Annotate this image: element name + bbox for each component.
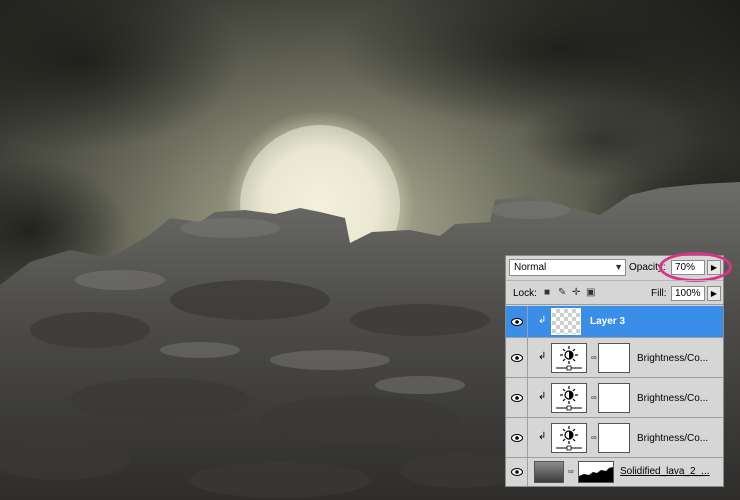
layer-row-solidified-lava[interactable]: ∞ Solidified_lava_2_... <box>506 458 723 486</box>
opacity-label: Opacity: <box>629 262 666 273</box>
visibility-toggle[interactable] <box>506 418 528 457</box>
layers-panel: Normal ▼ Opacity: 70% ▶ Lock: ■ ✎ ✛ ▣ Fi… <box>505 252 732 487</box>
link-icon[interactable]: ∞ <box>568 467 574 476</box>
layer-name: Brightness/Co... <box>637 353 709 364</box>
fill-input[interactable]: 100% <box>671 286 705 301</box>
clipping-arrow-icon: ↲ <box>538 351 547 362</box>
eye-icon <box>511 353 523 362</box>
layer-mask-thumbnail <box>598 343 630 373</box>
layer-row-layer-3[interactable]: ↲ Layer 3 <box>506 306 723 338</box>
visibility-toggle[interactable] <box>506 378 528 417</box>
layer-name: Layer 3 <box>590 316 626 327</box>
clipping-arrow-icon: ↲ <box>538 315 547 326</box>
lock-label: Lock: <box>513 288 537 299</box>
layer-name: Brightness/Co... <box>637 433 709 444</box>
layer-thumbnail <box>551 308 581 335</box>
layer-row-adjustment[interactable]: ↲ ∞ Brightness/Co... <box>506 378 723 418</box>
lock-paint-icon[interactable]: ✎ <box>558 287 566 298</box>
brightness-contrast-icon <box>551 343 587 373</box>
fill-label: Fill: <box>651 288 667 299</box>
blend-mode-value: Normal <box>514 262 547 273</box>
layer-row-adjustment[interactable]: ↲ ∞ Brightness/Co... <box>506 338 723 378</box>
lock-all-icon[interactable]: ▣ <box>586 287 595 298</box>
brightness-contrast-icon <box>551 423 587 453</box>
lock-move-icon[interactable]: ✛ <box>572 287 580 298</box>
eye-icon <box>511 317 523 326</box>
visibility-toggle[interactable] <box>506 458 528 486</box>
clipping-arrow-icon: ↲ <box>538 391 547 402</box>
opacity-input[interactable]: 70% <box>671 260 705 275</box>
layer-row-adjustment[interactable]: ↲ ∞ Brightness/Co... <box>506 418 723 458</box>
clipping-arrow-icon: ↲ <box>538 431 547 442</box>
visibility-toggle[interactable] <box>506 306 528 337</box>
eye-icon <box>511 468 523 476</box>
layer-name: Solidified_lava_2_... <box>620 466 710 477</box>
layer-mask-thumbnail <box>598 423 630 453</box>
fill-slider-toggle[interactable]: ▶ <box>707 286 721 301</box>
layer-mask-thumbnail <box>598 383 630 413</box>
link-icon[interactable]: ∞ <box>591 433 597 442</box>
chevron-down-icon: ▼ <box>614 262 623 272</box>
panel-options-bar: Normal ▼ Opacity: 70% ▶ <box>506 252 732 282</box>
eye-icon <box>511 393 523 402</box>
lock-transparent-icon[interactable]: ■ <box>544 287 550 298</box>
lock-bar: Lock: ■ ✎ ✛ ▣ Fill: 100% ▶ <box>506 280 723 305</box>
layer-thumbnail <box>534 461 564 483</box>
eye-icon <box>511 433 523 442</box>
visibility-toggle[interactable] <box>506 338 528 377</box>
link-icon[interactable]: ∞ <box>591 393 597 402</box>
link-icon[interactable]: ∞ <box>591 353 597 362</box>
layer-name: Brightness/Co... <box>637 393 709 404</box>
layer-mask-thumbnail <box>578 461 614 483</box>
blend-mode-dropdown[interactable]: Normal ▼ <box>509 259 626 276</box>
brightness-contrast-icon <box>551 383 587 413</box>
opacity-slider-toggle[interactable]: ▶ <box>707 260 721 275</box>
